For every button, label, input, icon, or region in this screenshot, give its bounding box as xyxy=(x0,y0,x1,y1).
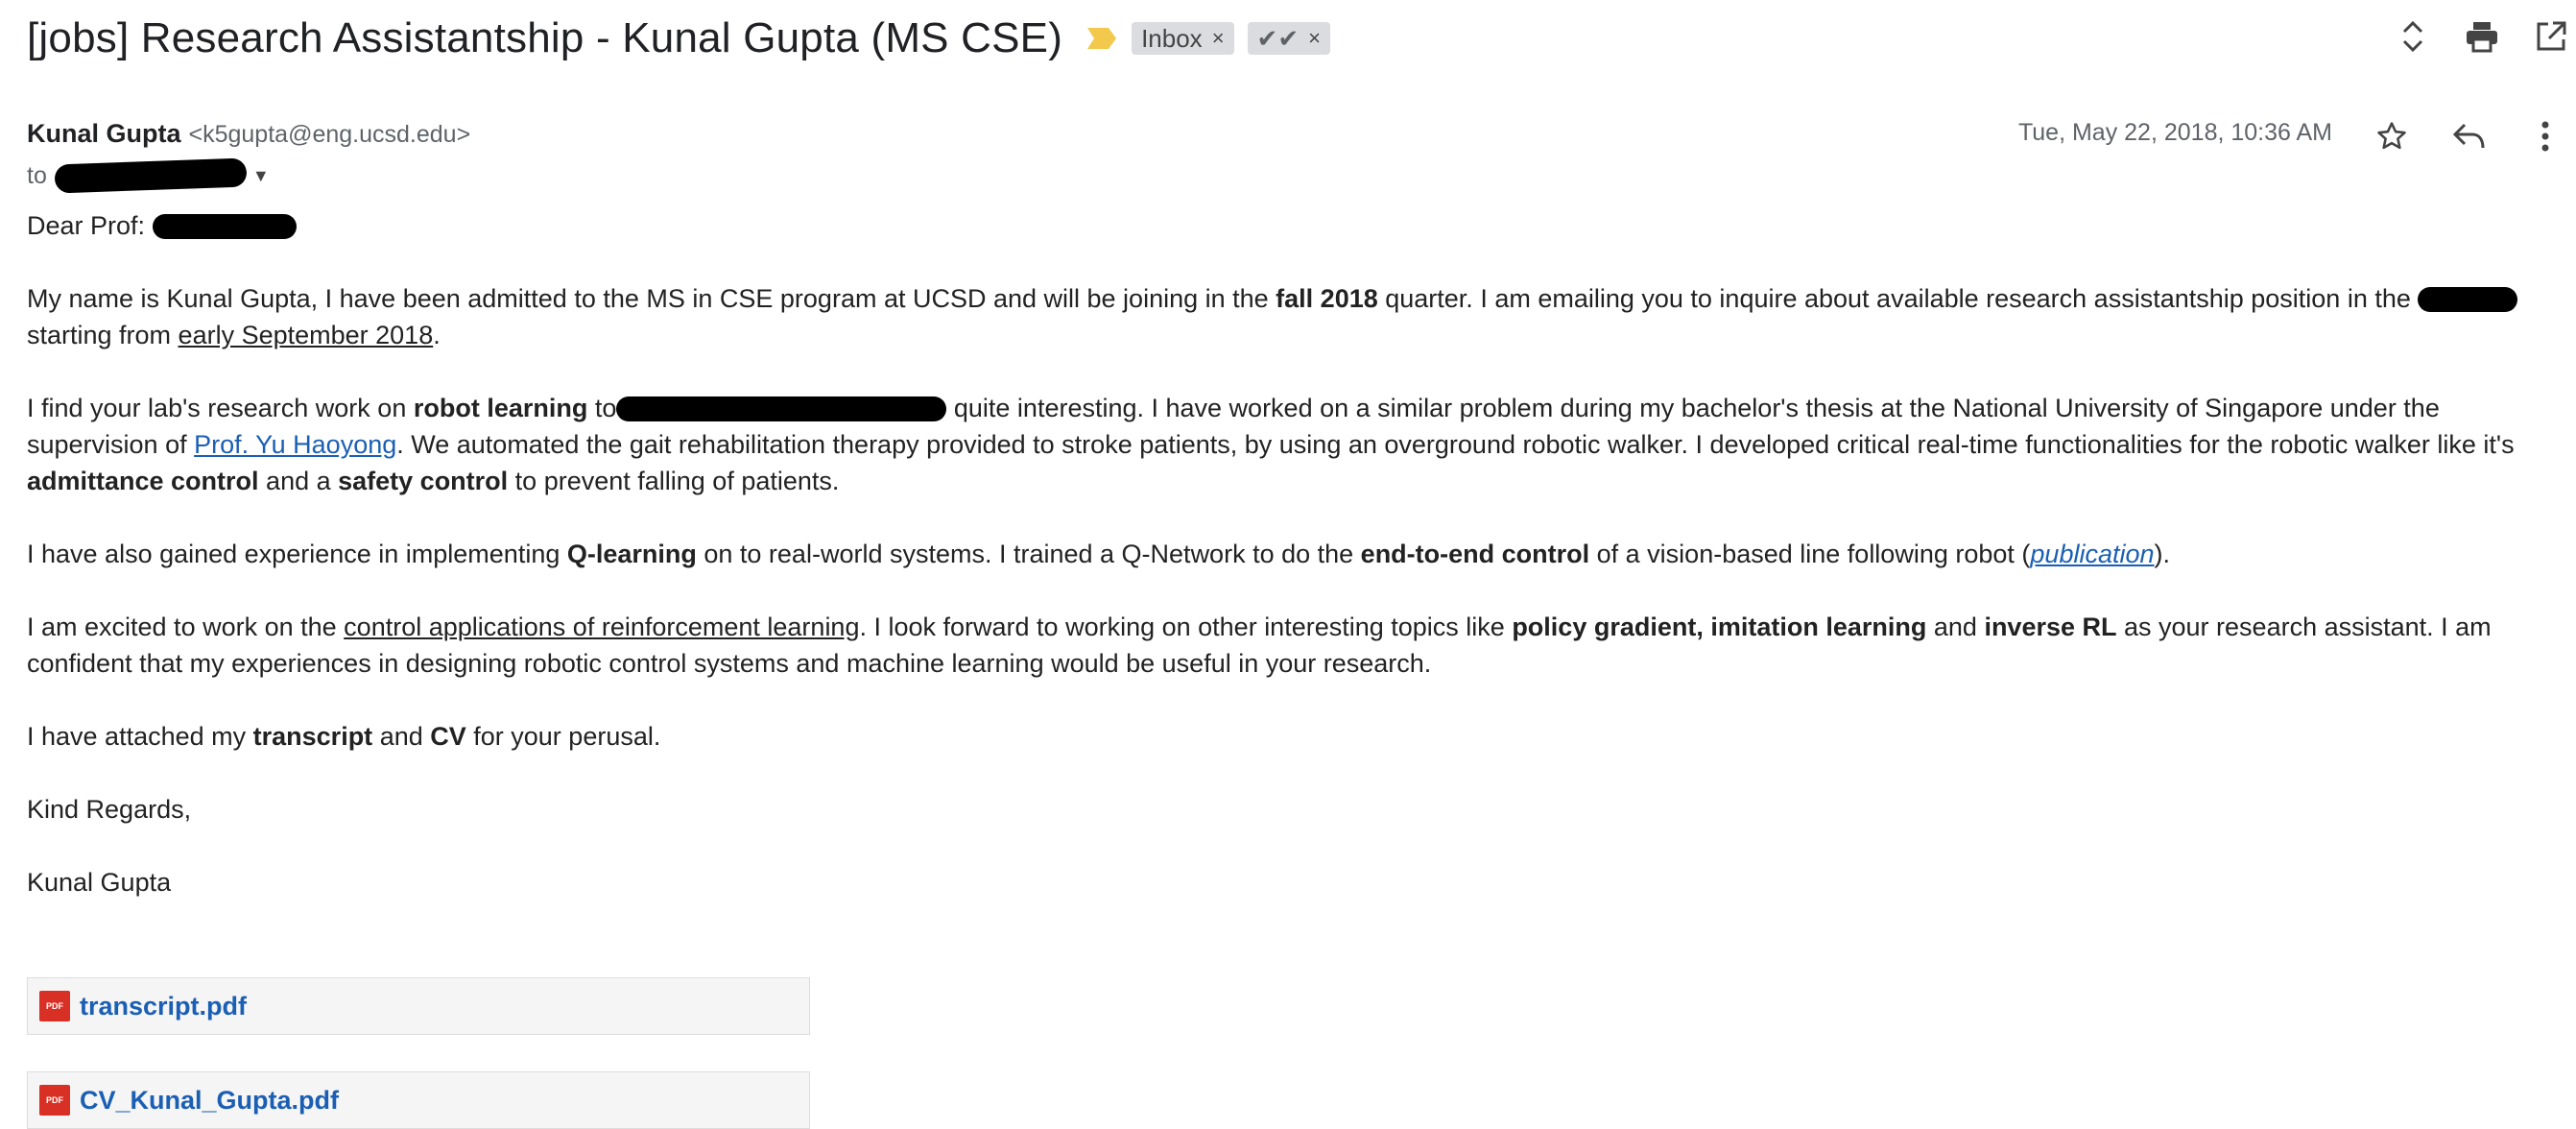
label-checkmarks: ✔✔ × xyxy=(1247,22,1330,55)
p3-text-e: ). xyxy=(2154,540,2171,568)
pdf-icon: PDF xyxy=(39,1085,70,1116)
p1-underline-date: early September 2018 xyxy=(178,321,434,349)
p2-text-c: to xyxy=(587,394,617,422)
message-date: Tue, May 22, 2018, 10:36 AM xyxy=(2017,119,2332,146)
pdf-icon: PDF xyxy=(39,991,70,1021)
paragraph-intro: My name is Kunal Gupta, I have been admi… xyxy=(27,280,2551,353)
p3-bold-q-learning: Q-learning xyxy=(566,540,697,568)
p3-text-c: on to real-world systems. I trained a Q-… xyxy=(696,540,1361,568)
signature-paragraph: Kunal Gupta xyxy=(27,868,172,897)
p5-bold-transcript: transcript xyxy=(252,722,373,751)
redacted-professor-name xyxy=(152,214,297,239)
p2-text-g: to prevent falling of patients. xyxy=(508,467,840,495)
paragraph-attachments: I have attached my transcript and CV for… xyxy=(27,718,2551,755)
sender-info: Kunal Gupta <k5gupta@eng.ucsd.edu> xyxy=(27,119,470,149)
reply-icon[interactable] xyxy=(2447,115,2490,157)
redacted-recipient xyxy=(54,157,248,194)
expand-collapse-icon[interactable] xyxy=(2394,17,2432,56)
email-subject: [jobs] Research Assistantship - Kunal Gu… xyxy=(27,14,1063,61)
closing-paragraph: Kind Regards, xyxy=(27,795,192,824)
p4-text-c: . I look forward to working on other int… xyxy=(859,613,1513,641)
label-inbox-text: Inbox xyxy=(1141,23,1203,53)
email-body: Dear Prof: My name is Kunal Gupta, I hav… xyxy=(27,207,2551,937)
p1-text-a: My name is Kunal Gupta, I have been admi… xyxy=(27,284,1276,313)
show-details-dropdown-icon[interactable]: ▼ xyxy=(252,166,270,186)
p3-bold-end-to-end: end-to-end control xyxy=(1360,540,1590,568)
link-publication[interactable]: publication xyxy=(2030,540,2154,568)
p2-text-a: I find your lab's research work on xyxy=(27,394,414,422)
p2-bold-admittance: admittance control xyxy=(27,467,259,495)
redacted-lab-name xyxy=(2418,287,2518,312)
p1-text-c: quarter. I am emailing you to inquire ab… xyxy=(1377,284,2419,313)
recipient-row: to ▼ xyxy=(27,157,270,194)
p4-text-a: I am excited to work on the xyxy=(27,613,345,641)
p4-bold-inverse-rl: inverse RL xyxy=(1984,613,2117,641)
paragraph-interests: I am excited to work on the control appl… xyxy=(27,609,2551,682)
p4-bold-topics: policy gradient, imitation learning xyxy=(1512,613,1927,641)
p4-text-d: and xyxy=(1926,613,1985,641)
attachment-name[interactable]: transcript.pdf xyxy=(80,992,247,1021)
p1-text-e: . xyxy=(433,321,441,349)
p2-text-e: . We automated the gait rehabilitation t… xyxy=(396,430,2515,459)
p3-italic-wrapper: publication xyxy=(2030,540,2154,568)
link-prof-yu-haoyong[interactable]: Prof. Yu Haoyong xyxy=(194,430,396,459)
greeting-text: Dear Prof: xyxy=(27,211,146,240)
message-actions xyxy=(2336,115,2566,157)
p3-text-d: of a vision-based line following robot ( xyxy=(1589,540,2031,568)
more-options-icon[interactable] xyxy=(2524,115,2566,157)
p5-text-c: and xyxy=(372,722,431,751)
remove-label-checkmarks-button[interactable]: × xyxy=(1308,26,1321,51)
greeting-paragraph: Dear Prof: xyxy=(27,207,2551,244)
p5-text-a: I have attached my xyxy=(27,722,253,751)
label-checkmarks-text: ✔✔ xyxy=(1256,23,1300,53)
p3-text-a: I have also gained experience in impleme… xyxy=(27,540,567,568)
label-inbox: Inbox × xyxy=(1132,22,1234,55)
p4-underline-rl: control applications of reinforcement le… xyxy=(344,613,860,641)
paragraph-experience: I have also gained experience in impleme… xyxy=(27,536,2551,572)
p1-bold-fall: fall 2018 xyxy=(1276,284,1378,313)
p2-text-f: and a xyxy=(258,467,339,495)
attachment-cv[interactable]: PDF CV_Kunal_Gupta.pdf xyxy=(27,1071,810,1129)
to-prefix: to xyxy=(27,161,47,189)
p5-text-d: for your perusal. xyxy=(465,722,661,751)
remove-label-inbox-button[interactable]: × xyxy=(1212,26,1225,51)
subject-row: [jobs] Research Assistantship - Kunal Gu… xyxy=(27,10,1330,67)
open-in-new-window-icon[interactable] xyxy=(2532,17,2570,56)
important-marker-icon[interactable] xyxy=(1085,26,1118,51)
subject-toolbar xyxy=(2363,17,2576,56)
p2-bold-safety: safety control xyxy=(338,467,509,495)
attachment-transcript[interactable]: PDF transcript.pdf xyxy=(27,977,810,1035)
attachment-name[interactable]: CV_Kunal_Gupta.pdf xyxy=(80,1086,339,1116)
p1-text-d: starting from xyxy=(27,321,179,349)
sender-name[interactable]: Kunal Gupta xyxy=(27,119,181,149)
paragraph-research: I find your lab's research work on robot… xyxy=(27,390,2551,499)
p5-bold-cv: CV xyxy=(430,722,466,751)
p2-bold-robot-learning: robot learning xyxy=(413,394,588,422)
print-icon[interactable] xyxy=(2463,17,2501,56)
sender-email: <k5gupta@eng.ucsd.edu> xyxy=(188,121,471,148)
redacted-research-topic xyxy=(616,396,947,421)
star-icon[interactable] xyxy=(2371,115,2413,157)
